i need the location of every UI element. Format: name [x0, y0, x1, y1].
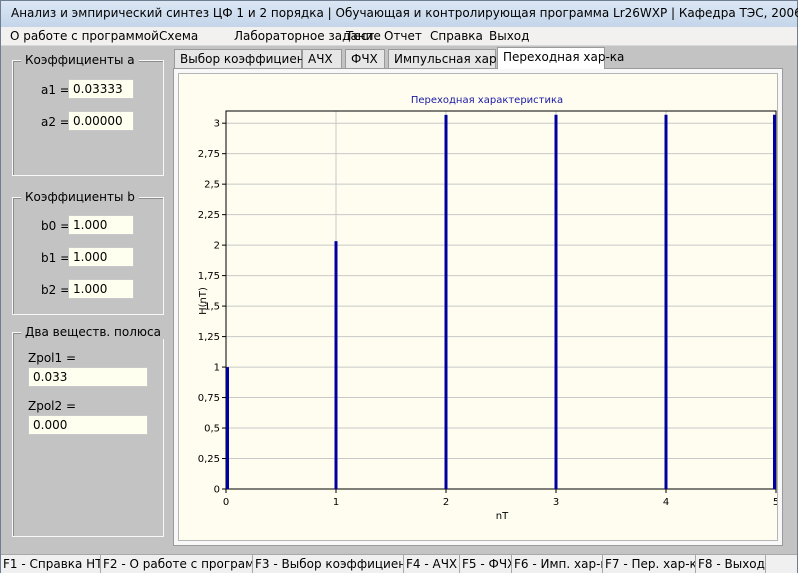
step-response-chart: Переходная характеристика 0 1 2 3 4 5 0 0,25 0,5… — [198, 95, 779, 522]
status-f7[interactable]: F7 - Пер. хар-ка — [603, 555, 696, 573]
chart-area: Переходная характеристика 0 1 2 3 4 5 0 0,25 0,5… — [178, 73, 779, 541]
app-window: Анализ и эмпирический синтез ЦФ 1 и 2 по… — [0, 0, 798, 573]
b0-input[interactable] — [68, 215, 134, 235]
status-f8[interactable]: F8 - Выход — [696, 555, 766, 573]
y-tick-label: 1,25 — [198, 332, 220, 343]
zpol1-label: Zpol1 = — [28, 351, 77, 365]
y-tick-label: 2,5 — [204, 180, 220, 191]
zpol2-input[interactable] — [28, 415, 148, 435]
plot-frame — [225, 110, 777, 490]
a1-input[interactable] — [68, 79, 134, 99]
tab-coefficients[interactable]: Выбор коэффициентов — [174, 49, 326, 68]
y-tick-label: 3 — [214, 119, 220, 130]
chart-title: Переходная характеристика — [411, 95, 563, 106]
zpol1-input[interactable] — [28, 367, 148, 387]
x-tick-label: 1 — [333, 497, 339, 508]
tab-afc[interactable]: АЧХ — [302, 49, 342, 68]
b1-input[interactable] — [68, 247, 134, 267]
window-title: Анализ и эмпирический синтез ЦФ 1 и 2 по… — [1, 1, 798, 27]
menu-exit[interactable]: Выход — [489, 29, 529, 43]
tab-pfc[interactable]: ФЧХ — [345, 49, 385, 68]
menu-help[interactable]: Справка — [430, 29, 483, 43]
menu-scheme[interactable]: Схема — [159, 29, 198, 43]
x-tick-label: 0 — [223, 497, 229, 508]
b2-input[interactable] — [68, 279, 134, 299]
y-tick-label: 0 — [214, 485, 220, 496]
b1-label: b1 = — [41, 251, 71, 265]
tab-impulse[interactable]: Импульсная хар-ка — [388, 49, 516, 68]
poles-group: Два веществ. полюса Zpol1 = Zpol2 = — [12, 325, 165, 537]
y-tick-label: 0,25 — [198, 454, 220, 465]
b2-label: b2 = — [41, 283, 71, 297]
y-tick-label: 2,25 — [198, 210, 220, 221]
y-axis-label: H(nT) — [198, 287, 209, 315]
status-f4[interactable]: F4 - АЧХ — [404, 555, 460, 573]
menu-bar: О работе с программой Схема Лабораторное… — [1, 27, 797, 46]
status-f3[interactable]: F3 - Выбор коэффициентов — [253, 555, 404, 573]
menu-report[interactable]: Отчет — [384, 29, 422, 43]
a2-label: a2 = — [41, 115, 70, 129]
y-tick-label: 2 — [214, 241, 220, 252]
x-tick-label: 3 — [553, 497, 559, 508]
menu-test[interactable]: Тест — [346, 29, 374, 43]
poles-title: Два веществ. полюса — [21, 325, 165, 339]
x-tick-label: 2 — [443, 497, 449, 508]
a1-label: a1 = — [41, 83, 70, 97]
menu-about[interactable]: О работе с программой — [10, 29, 159, 43]
x-tick-label: 4 — [663, 497, 669, 508]
a2-input[interactable] — [68, 111, 134, 131]
y-tick-label: 1 — [214, 363, 220, 374]
tab-step[interactable]: Переходная хар-ка — [497, 47, 624, 69]
coeff-b-title: Коэффициенты b — [21, 190, 139, 204]
status-f5[interactable]: F5 - ФЧХ — [460, 555, 512, 573]
b0-label: b0 = — [41, 219, 71, 233]
x-axis-label: nT — [496, 511, 509, 522]
coeff-a-title: Коэффициенты a — [21, 53, 139, 67]
y-tick-label: 0,5 — [204, 424, 220, 435]
y-tick-label: 2,75 — [198, 149, 220, 160]
coeff-b-group: Коэффициенты b b0 = b1 = b2 = — [12, 190, 164, 315]
x-tick-label: 5 — [773, 497, 777, 508]
status-f1[interactable]: F1 - Справка HTML — [1, 555, 101, 573]
status-f6[interactable]: F6 - Имп. хар-ка — [512, 555, 603, 573]
tab-panel-step: Переходная характеристика 0 1 2 3 4 5 0 0,25 0,5… — [173, 68, 783, 546]
coeff-a-group: Коэффициенты a a1 = a2 = — [12, 53, 164, 176]
status-f2[interactable]: F2 - О работе с программой — [101, 555, 253, 573]
y-tick-label: 1,75 — [198, 271, 220, 282]
y-tick-label: 0,75 — [198, 393, 220, 404]
status-bar: F1 - Справка HTML F2 - О работе с програ… — [1, 554, 797, 573]
zpol2-label: Zpol2 = — [28, 399, 77, 413]
